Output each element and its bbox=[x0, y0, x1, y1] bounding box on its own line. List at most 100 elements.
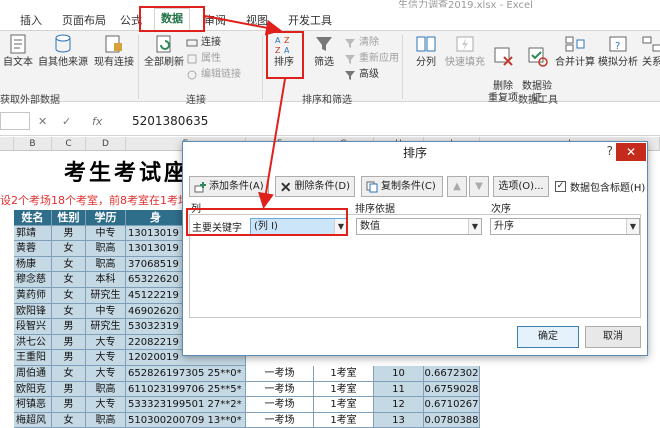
cell-edu[interactable]: 本科 bbox=[86, 272, 126, 288]
cancel-icon[interactable]: ✕ bbox=[38, 115, 47, 128]
sort-column-select[interactable]: (列 I) ▼ bbox=[250, 218, 348, 235]
cell-seq[interactable]: 12 bbox=[374, 397, 424, 413]
tab-insert[interactable]: 插入 bbox=[20, 12, 42, 28]
cell-sex[interactable]: 男 bbox=[52, 334, 86, 351]
cell-sex[interactable]: 男 bbox=[52, 350, 86, 366]
flash-fill-button[interactable]: 快速填充 bbox=[444, 33, 486, 69]
cell-site[interactable]: 一考场 bbox=[246, 366, 314, 382]
cell-name[interactable]: 欧阳克 bbox=[14, 381, 52, 398]
cell-edu[interactable]: 职高 bbox=[86, 381, 126, 398]
sort-order-select[interactable]: 升序 ▼ bbox=[490, 218, 640, 235]
tab-view[interactable]: 视图 bbox=[246, 12, 268, 28]
header-cell-sex[interactable]: 性别 bbox=[52, 210, 86, 226]
cell-name[interactable]: 黄蓉 bbox=[14, 241, 52, 257]
cell-name[interactable]: 黄药师 bbox=[14, 288, 52, 304]
cell-sex[interactable]: 女 bbox=[52, 241, 86, 257]
column-header[interactable]: C bbox=[52, 137, 86, 151]
cell-sex[interactable]: 男 bbox=[52, 225, 86, 242]
tab-developer[interactable]: 开发工具 bbox=[288, 12, 332, 28]
cell-seq[interactable]: 10 bbox=[374, 366, 424, 382]
cell-edu[interactable]: 大专 bbox=[86, 397, 126, 413]
column-header[interactable]: D bbox=[86, 137, 126, 151]
cell-name[interactable]: 杨康 bbox=[14, 256, 52, 273]
cell-edu[interactable]: 大专 bbox=[86, 366, 126, 382]
cell-edu[interactable]: 职高 bbox=[86, 412, 126, 428]
sort-button[interactable]: AZZA 排序 bbox=[268, 33, 300, 69]
tab-page-layout[interactable]: 页面布局 bbox=[62, 12, 106, 28]
cell-edu[interactable]: 研究生 bbox=[86, 288, 126, 304]
cell-name[interactable]: 段智兴 bbox=[14, 319, 52, 335]
cell-sex[interactable]: 女 bbox=[52, 412, 86, 428]
cell-random[interactable]: 0.6672302 bbox=[424, 366, 480, 382]
what-if-analysis-button[interactable]: ? 模拟分析 bbox=[596, 33, 640, 69]
add-level-button[interactable]: 添加条件(A) bbox=[189, 176, 269, 197]
fx-icon[interactable]: fx bbox=[92, 115, 102, 128]
from-text-button[interactable]: 自文本 bbox=[2, 33, 34, 69]
header-cell-name[interactable]: 姓名 bbox=[14, 210, 52, 226]
cell-sex[interactable]: 女 bbox=[52, 303, 86, 320]
close-button[interactable]: ✕ bbox=[616, 143, 646, 161]
filter-button[interactable]: 筛选 bbox=[308, 33, 340, 69]
move-up-button[interactable]: ▲ bbox=[447, 176, 467, 197]
has-headers-checkbox[interactable]: ✓ 数据包含标题(H) bbox=[555, 179, 645, 194]
remove-duplicates-button[interactable]: 删除 重复项 bbox=[486, 33, 520, 105]
cell-name[interactable]: 周伯通 bbox=[14, 366, 52, 382]
from-other-sources-button[interactable]: 自其他来源 bbox=[36, 33, 90, 69]
column-header[interactable]: B bbox=[14, 137, 52, 151]
cell-name[interactable]: 梅超风 bbox=[14, 412, 52, 428]
cell-id[interactable]: 510300200709 13**0* bbox=[126, 412, 246, 428]
cell-name[interactable]: 王重阳 bbox=[14, 350, 52, 366]
delete-level-button[interactable]: 删除条件(D) bbox=[275, 176, 355, 197]
cell-random[interactable]: 0.0780388 bbox=[424, 412, 480, 428]
cell-edu[interactable]: 研究生 bbox=[86, 319, 126, 335]
cell-site[interactable]: 一考场 bbox=[246, 397, 314, 413]
cell-edu[interactable]: 大专 bbox=[86, 334, 126, 351]
name-box[interactable] bbox=[0, 112, 30, 130]
cell-edu[interactable]: 中专 bbox=[86, 225, 126, 242]
clear-filter-button[interactable]: 清除 bbox=[344, 37, 379, 49]
header-cell-edu[interactable]: 学历 bbox=[86, 210, 126, 226]
cell-random[interactable]: 0.6759028 bbox=[424, 381, 480, 398]
options-button[interactable]: 选项(O)... bbox=[493, 176, 549, 197]
existing-connections-button[interactable]: 现有连接 bbox=[92, 33, 136, 69]
cell-seq[interactable]: 11 bbox=[374, 381, 424, 398]
cell-site[interactable]: 一考场 bbox=[246, 381, 314, 398]
move-down-button[interactable]: ▼ bbox=[469, 176, 489, 197]
cell-name[interactable]: 郭靖 bbox=[14, 225, 52, 242]
cell-id[interactable]: 533323199501 27**2* bbox=[126, 397, 246, 413]
cell-sex[interactable]: 女 bbox=[52, 366, 86, 382]
advanced-filter-button[interactable]: 高级 bbox=[344, 69, 379, 81]
help-icon[interactable]: ? bbox=[607, 144, 613, 158]
cancel-button[interactable]: 取消 bbox=[585, 326, 641, 348]
cell-name[interactable]: 穆念慈 bbox=[14, 272, 52, 288]
cell-seq[interactable]: 13 bbox=[374, 412, 424, 428]
refresh-all-button[interactable]: 全部刷新 bbox=[142, 33, 186, 69]
cell-sex[interactable]: 女 bbox=[52, 272, 86, 288]
cell-sex[interactable]: 女 bbox=[52, 288, 86, 304]
copy-level-button[interactable]: 复制条件(C) bbox=[361, 176, 443, 197]
cell-name[interactable]: 欧阳锋 bbox=[14, 303, 52, 320]
cell-room[interactable]: 1考室 bbox=[314, 412, 374, 428]
cell-edu[interactable]: 职高 bbox=[86, 256, 126, 273]
text-to-columns-button[interactable]: 分列 bbox=[408, 33, 444, 69]
cell-sex[interactable]: 男 bbox=[52, 381, 86, 398]
tab-review[interactable]: 审阅 bbox=[204, 12, 226, 28]
cell-sex[interactable]: 男 bbox=[52, 397, 86, 413]
cell-room[interactable]: 1考室 bbox=[314, 366, 374, 382]
cell-edu[interactable]: 职高 bbox=[86, 241, 126, 257]
properties-button[interactable]: 属性 bbox=[186, 53, 221, 65]
connections-button[interactable]: 连接 bbox=[186, 37, 221, 49]
ok-button[interactable]: 确定 bbox=[517, 326, 579, 348]
cell-site[interactable]: 一考场 bbox=[246, 412, 314, 428]
tab-formulas[interactable]: 公式 bbox=[120, 12, 142, 28]
cell-name[interactable]: 洪七公 bbox=[14, 334, 52, 351]
sort-on-select[interactable]: 数值 ▼ bbox=[356, 218, 482, 235]
cell-random[interactable]: 0.6710267 bbox=[424, 397, 480, 413]
cell-edu[interactable]: 中专 bbox=[86, 303, 126, 320]
cell-edu[interactable]: 大专 bbox=[86, 350, 126, 366]
header-cell-id[interactable]: 身 bbox=[126, 210, 186, 226]
cell-room[interactable]: 1考室 bbox=[314, 381, 374, 398]
reapply-button[interactable]: 重新应用 bbox=[344, 53, 399, 65]
relationships-button[interactable]: 关系 bbox=[640, 33, 660, 69]
edit-links-button[interactable]: 编辑链接 bbox=[186, 69, 241, 81]
